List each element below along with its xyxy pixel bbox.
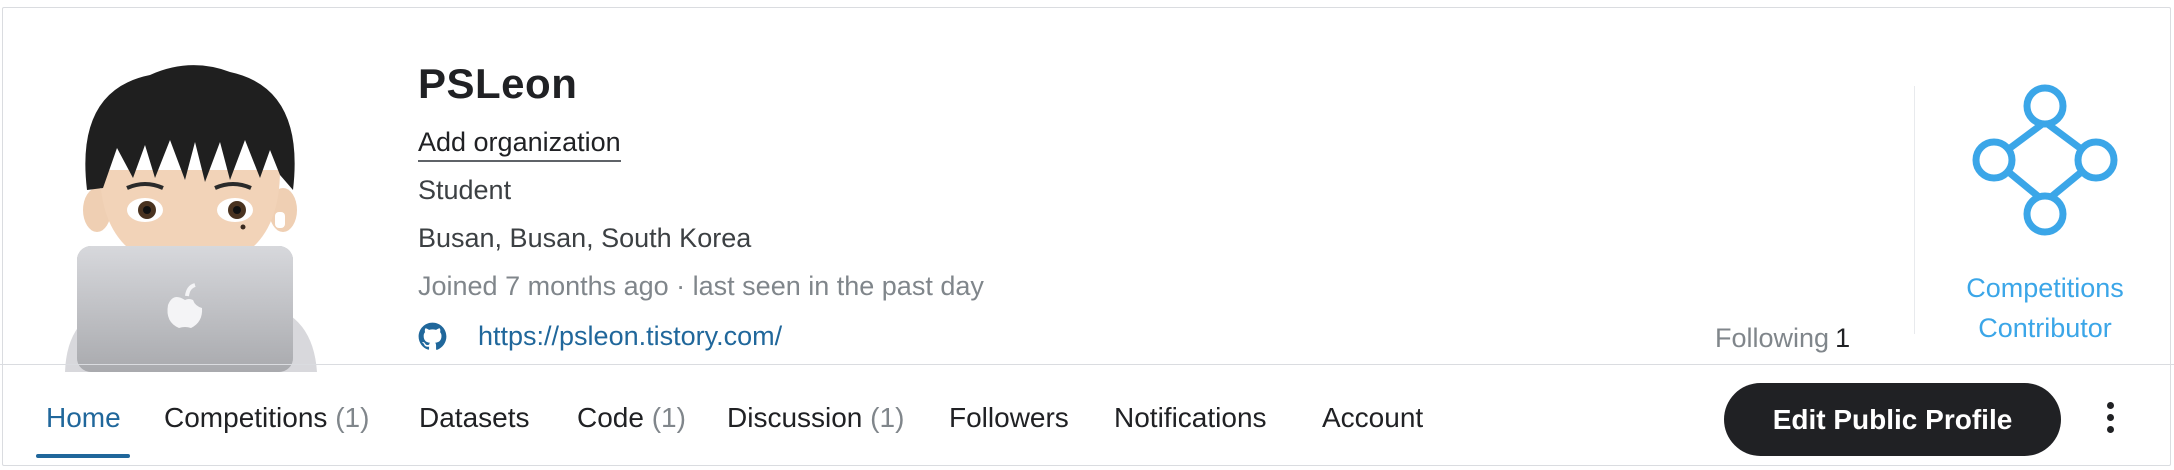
profile-location: Busan, Busan, South Korea: [418, 223, 752, 253]
tab-home[interactable]: Home: [46, 366, 121, 459]
profile-username: PSLeon: [418, 60, 578, 107]
tab-code[interactable]: Code (1): [577, 366, 686, 459]
tab-competitions[interactable]: Competitions (1): [164, 366, 369, 459]
nav-divider: [0, 364, 2174, 365]
avatar: [65, 65, 317, 372]
tab-label: Competitions: [164, 402, 328, 433]
tab-datasets[interactable]: Datasets: [419, 366, 530, 459]
tab-discussion[interactable]: Discussion (1): [727, 366, 904, 459]
tab-label: Code: [577, 402, 644, 433]
tab-label: Account: [1322, 402, 1424, 433]
tab-label: Notifications: [1114, 402, 1267, 433]
tab-count: (1): [651, 402, 686, 433]
competitions-contributor-icon: [1972, 84, 2118, 236]
tab-label: Followers: [949, 402, 1069, 433]
profile-occupation: Student: [418, 175, 512, 205]
tab-label: Datasets: [419, 402, 530, 433]
following-label: Following: [1715, 323, 1830, 353]
active-tab-indicator: [36, 454, 130, 458]
tab-count: (1): [870, 402, 905, 433]
github-icon[interactable]: [418, 322, 447, 351]
tier-label-line1: Competitions: [1966, 273, 2124, 303]
tier-label-line2: Contributor: [1978, 313, 2112, 343]
following-count: 1: [1835, 323, 1851, 353]
tab-account[interactable]: Account: [1322, 366, 1423, 459]
tab-count: (1): [335, 402, 370, 433]
tab-label: Discussion: [727, 402, 863, 433]
tab-followers[interactable]: Followers: [949, 366, 1069, 459]
tab-notifications[interactable]: Notifications: [1114, 366, 1267, 459]
tier-divider: [1914, 86, 1915, 334]
profile-joined-status: Joined 7 months ago · last seen in the p…: [418, 271, 984, 301]
following-stat[interactable]: Following 1: [1715, 323, 1850, 354]
profile-website-link[interactable]: https://psleon.tistory.com/: [478, 321, 782, 352]
tab-label: Home: [46, 402, 121, 433]
edit-public-profile-button[interactable]: Edit Public Profile: [1724, 383, 2061, 456]
add-organization-link[interactable]: Add organization: [418, 127, 621, 162]
tier-label: Competitions Contributor: [1935, 268, 2155, 348]
more-vertical-icon[interactable]: [2100, 398, 2120, 442]
